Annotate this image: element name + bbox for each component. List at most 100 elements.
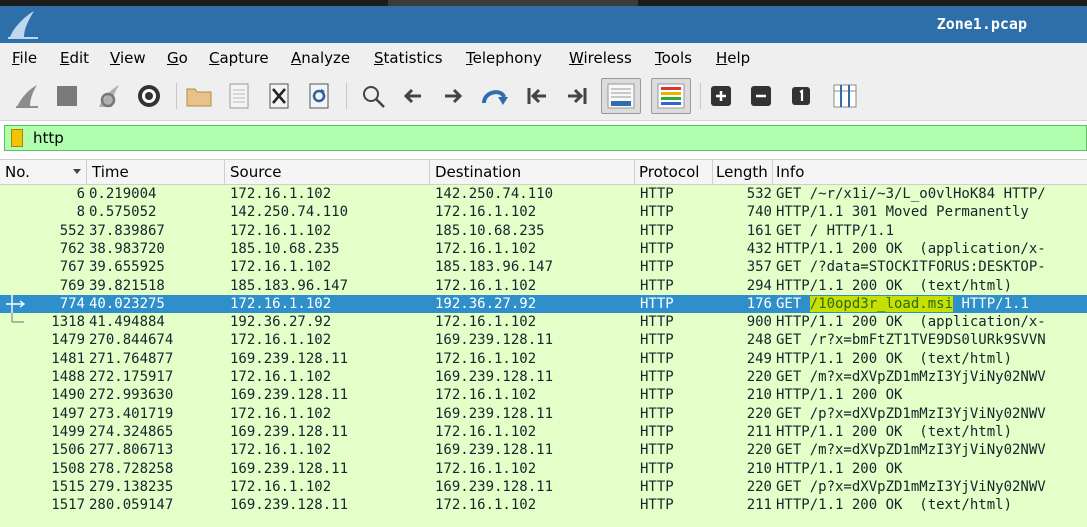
packet-destination: 172.16.1.102 bbox=[435, 204, 537, 221]
packet-info-text: HTTP/1.1 200 OK bbox=[776, 387, 903, 404]
packet-time: 38.983720 bbox=[89, 240, 165, 257]
autoscroll-icon[interactable] bbox=[601, 78, 641, 114]
restart-capture-icon[interactable] bbox=[94, 81, 124, 111]
display-filter-bar[interactable]: http bbox=[4, 125, 1087, 151]
packet-length: 220 bbox=[746, 369, 772, 385]
last-packet-icon[interactable] bbox=[562, 81, 592, 111]
menu-edit[interactable]: Edit bbox=[60, 49, 89, 67]
column-header-destination[interactable]: Destination bbox=[430, 160, 635, 184]
sort-descending-icon bbox=[73, 169, 81, 174]
packet-source: 185.10.68.235 bbox=[230, 240, 340, 257]
packet-protocol: HTTP bbox=[640, 478, 674, 495]
packet-row[interactable]: 1490 272.993630 169.239.128.11 172.16.1.102… bbox=[0, 386, 1087, 405]
packet-row[interactable]: 1515 279.138235 172.16.1.102 169.239.128.11… bbox=[0, 477, 1087, 497]
normal-size-icon[interactable] bbox=[786, 81, 816, 111]
column-header-info-label: Info bbox=[776, 163, 805, 181]
column-header-no-label: No. bbox=[5, 163, 30, 181]
reload-file-icon[interactable] bbox=[304, 81, 334, 111]
packet-length: 211 bbox=[746, 423, 772, 440]
packet-length: 210 bbox=[746, 460, 772, 477]
packet-row[interactable]: 1318 41.494884 192.36.27.92 172.16.1.102 HTT… bbox=[0, 313, 1087, 332]
packet-destination: 169.239.128.11 bbox=[435, 442, 554, 459]
column-header-length[interactable]: Length bbox=[713, 160, 773, 184]
packet-row[interactable]: 1499 274.324865 169.239.128.11 172.16.1.102… bbox=[0, 422, 1087, 442]
menu-telephony[interactable]: Telephony bbox=[466, 49, 542, 67]
column-header-time[interactable]: Time bbox=[87, 160, 225, 184]
packet-row[interactable]: 767 39.655925 172.16.1.102 185.183.96.147 HT… bbox=[0, 258, 1087, 277]
display-filter-input[interactable]: http bbox=[33, 129, 64, 147]
save-file-icon[interactable] bbox=[224, 81, 254, 111]
packet-length: 294 bbox=[746, 277, 772, 294]
packet-info-text: HTTP/1.1 200 OK bbox=[776, 460, 903, 477]
resize-columns-icon[interactable] bbox=[830, 81, 860, 111]
packet-list[interactable]: 6 0.219004 172.16.1.102 142.250.74.110 HTTP 5… bbox=[0, 185, 1087, 527]
colorize-icon[interactable] bbox=[651, 78, 691, 114]
go-to-packet-icon[interactable] bbox=[480, 81, 510, 111]
packet-info-text: GET /m?x=dXVpZD1mMzI3YjViNy02NWV bbox=[776, 442, 1046, 459]
packet-row[interactable]: 552 37.839867 172.16.1.102 185.10.68.235 HTT… bbox=[0, 221, 1087, 240]
menu-go[interactable]: Go bbox=[167, 49, 188, 67]
packet-protocol: HTTP bbox=[640, 405, 674, 422]
packet-source: 172.16.1.102 bbox=[230, 186, 332, 202]
packet-info-text: HTTP/1.1 200 OK (application/x- bbox=[776, 314, 1046, 331]
packet-protocol: HTTP bbox=[640, 460, 674, 477]
packet-row[interactable]: 1488 272.175917 172.16.1.102 169.239.128.11… bbox=[0, 368, 1087, 387]
packet-row[interactable]: 1479 270.844674 172.16.1.102 169.239.128.11… bbox=[0, 331, 1087, 350]
packet-row[interactable]: 1481 271.764877 169.239.128.11 172.16.1.102… bbox=[0, 349, 1087, 368]
menu-view[interactable]: View bbox=[110, 49, 146, 67]
packet-destination: 169.239.128.11 bbox=[435, 405, 554, 422]
column-header-protocol[interactable]: Protocol bbox=[635, 160, 713, 184]
packet-time: 39.655925 bbox=[89, 259, 165, 276]
column-header-source[interactable]: Source bbox=[225, 160, 430, 184]
packet-destination: 172.16.1.102 bbox=[435, 387, 537, 404]
menu-analyze[interactable]: Analyze bbox=[291, 49, 350, 67]
packet-info-text: HTTP/1.1 200 OK (text/html) bbox=[776, 497, 1013, 514]
start-capture-icon[interactable] bbox=[12, 81, 42, 111]
go-forward-icon[interactable] bbox=[438, 81, 468, 111]
close-file-icon[interactable] bbox=[264, 81, 294, 111]
packet-destination: 172.16.1.102 bbox=[435, 314, 537, 331]
find-packet-icon[interactable] bbox=[358, 81, 388, 111]
main-toolbar bbox=[0, 73, 1087, 121]
menu-statistics[interactable]: Statistics bbox=[374, 49, 443, 67]
menu-capture[interactable]: Capture bbox=[209, 49, 269, 67]
packet-info: GET /p?x=dXVpZD1mMzI3YjViNy02NWV bbox=[776, 478, 1087, 496]
packet-length: 248 bbox=[746, 332, 772, 349]
packet-row[interactable]: 769 39.821518 185.183.96.147 172.16.1.102 HT… bbox=[0, 276, 1087, 295]
menu-tools[interactable]: Tools bbox=[655, 49, 692, 67]
first-packet-icon[interactable] bbox=[522, 81, 552, 111]
stop-capture-icon[interactable] bbox=[52, 81, 82, 111]
capture-options-icon[interactable] bbox=[134, 81, 164, 111]
packet-row-selected[interactable]: 774 40.023275 172.16.1.102 192.36.27.92 HTTP… bbox=[0, 294, 1087, 314]
packet-row[interactable]: 8 0.575052 142.250.74.110 172.16.1.102 HTTP 7… bbox=[0, 203, 1087, 222]
packet-number: 6 bbox=[76, 186, 85, 202]
packet-number: 1490 bbox=[51, 387, 85, 404]
menu-file[interactable]: File bbox=[12, 49, 37, 67]
packet-info: HTTP/1.1 200 OK (text/html) bbox=[776, 423, 1087, 441]
column-header-source-label: Source bbox=[230, 163, 282, 181]
packet-info: GET /p?x=dXVpZD1mMzI3YjViNy02NWV bbox=[776, 405, 1087, 423]
packet-row[interactable]: 762 38.983720 185.10.68.235 172.16.1.102 HTT… bbox=[0, 239, 1087, 259]
zoom-in-icon[interactable] bbox=[706, 81, 736, 111]
filter-bookmark-icon[interactable] bbox=[11, 129, 23, 147]
packet-time: 40.023275 bbox=[89, 295, 165, 312]
packet-row[interactable]: 6 0.219004 172.16.1.102 142.250.74.110 HTTP 5… bbox=[0, 185, 1087, 204]
open-file-icon[interactable] bbox=[184, 81, 214, 111]
packet-row[interactable]: 1497 273.401719 172.16.1.102 169.239.128.11… bbox=[0, 404, 1087, 423]
packet-row[interactable]: 1508 278.728258 169.239.128.11 172.16.1.102… bbox=[0, 459, 1087, 478]
packet-source: 172.16.1.102 bbox=[230, 442, 332, 459]
packet-length: 249 bbox=[746, 350, 772, 367]
packet-length: 220 bbox=[746, 442, 772, 459]
packet-number: 1517 bbox=[51, 497, 85, 514]
packet-destination: 172.16.1.102 bbox=[435, 497, 537, 514]
column-header-info[interactable]: Info bbox=[773, 160, 1087, 184]
zoom-out-icon[interactable] bbox=[746, 81, 776, 111]
packet-row[interactable]: 1506 277.806713 172.16.1.102 169.239.128.11… bbox=[0, 441, 1087, 460]
packet-time: 270.844674 bbox=[89, 332, 174, 349]
go-back-icon[interactable] bbox=[398, 81, 428, 111]
menu-help[interactable]: Help bbox=[716, 49, 750, 67]
packet-row[interactable]: 1517 280.059147 169.239.128.11 172.16.1.102… bbox=[0, 496, 1087, 515]
menu-wireless[interactable]: Wireless bbox=[569, 49, 632, 67]
packet-protocol: HTTP bbox=[640, 259, 674, 276]
packet-info-text: GET /p?x=dXVpZD1mMzI3YjViNy02NWV bbox=[776, 405, 1046, 422]
